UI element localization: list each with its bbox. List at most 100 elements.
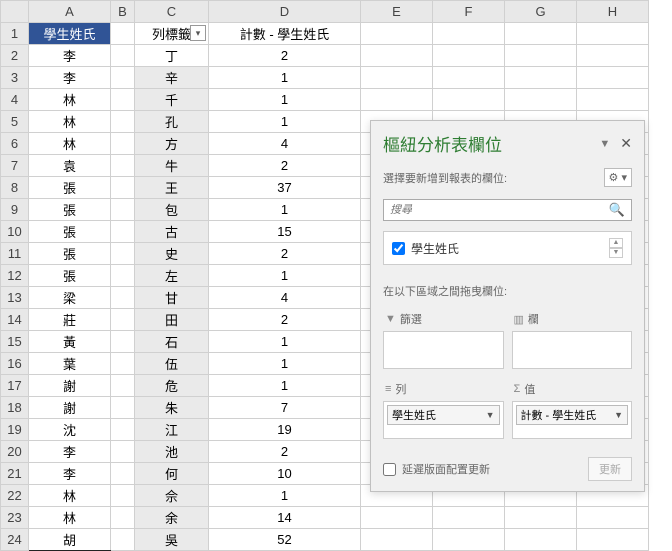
cell-G23[interactable] — [505, 507, 577, 529]
area-columns[interactable]: ▥欄 — [512, 307, 633, 369]
cell-F2[interactable] — [433, 45, 505, 67]
cell-C11[interactable]: 史 — [135, 243, 209, 265]
chip-dropdown-icon[interactable]: ▼ — [614, 410, 623, 420]
cell-B15[interactable] — [111, 331, 135, 353]
cell-E3[interactable] — [361, 67, 433, 89]
cell-B11[interactable] — [111, 243, 135, 265]
cell-D8[interactable]: 37 — [209, 177, 361, 199]
cell-D16[interactable]: 1 — [209, 353, 361, 375]
field-list-scroll[interactable]: ▲ ▼ — [609, 238, 623, 258]
field-checkbox[interactable] — [392, 242, 405, 255]
cell-C24[interactable]: 吳 — [135, 529, 209, 551]
select-all-corner[interactable] — [1, 1, 29, 23]
cell-A22[interactable]: 林 — [29, 485, 111, 507]
row-header-13[interactable]: 13 — [1, 287, 29, 309]
cell-B3[interactable] — [111, 67, 135, 89]
area-filters-drop[interactable] — [383, 331, 504, 369]
cell-E2[interactable] — [361, 45, 433, 67]
cell-E4[interactable] — [361, 89, 433, 111]
defer-checkbox[interactable] — [383, 463, 396, 476]
cell-D5[interactable]: 1 — [209, 111, 361, 133]
cell-B10[interactable] — [111, 221, 135, 243]
row-24[interactable]: 24胡吳52 — [1, 529, 649, 551]
cell-G3[interactable] — [505, 67, 577, 89]
cell-D23[interactable]: 14 — [209, 507, 361, 529]
search-field[interactable] — [384, 204, 603, 216]
cell-C1-pivot-header[interactable]: 列標籤▾ — [135, 23, 209, 45]
row-2[interactable]: 2李丁2 — [1, 45, 649, 67]
cell-B5[interactable] — [111, 111, 135, 133]
field-list[interactable]: 學生姓氏 ▲ ▼ — [383, 231, 632, 265]
row-header-12[interactable]: 12 — [1, 265, 29, 287]
row-header-8[interactable]: 8 — [1, 177, 29, 199]
cell-C22[interactable]: 佘 — [135, 485, 209, 507]
row-23[interactable]: 23林余14 — [1, 507, 649, 529]
cell-A9[interactable]: 張 — [29, 199, 111, 221]
row-header-20[interactable]: 20 — [1, 441, 29, 463]
cell-B6[interactable] — [111, 133, 135, 155]
cell-B19[interactable] — [111, 419, 135, 441]
chip-dropdown-icon[interactable]: ▼ — [486, 410, 495, 420]
cell-G24[interactable] — [505, 529, 577, 551]
cell-A15[interactable]: 黃 — [29, 331, 111, 353]
cell-A18[interactable]: 謝 — [29, 397, 111, 419]
cell-A3[interactable]: 李 — [29, 67, 111, 89]
row-header-15[interactable]: 15 — [1, 331, 29, 353]
area-values[interactable]: Σ值 計數 - 學生姓氏 ▼ — [512, 377, 633, 439]
cell-A2[interactable]: 李 — [29, 45, 111, 67]
cell-D24[interactable]: 52 — [209, 529, 361, 551]
row-header-18[interactable]: 18 — [1, 397, 29, 419]
cell-C17[interactable]: 危 — [135, 375, 209, 397]
cell-D1[interactable]: 計數 - 學生姓氏 — [209, 23, 361, 45]
cell-F24[interactable] — [433, 529, 505, 551]
cell-D17[interactable]: 1 — [209, 375, 361, 397]
cell-H24[interactable] — [577, 529, 649, 551]
col-header-H[interactable]: H — [577, 1, 649, 23]
cell-C13[interactable]: 甘 — [135, 287, 209, 309]
cell-B16[interactable] — [111, 353, 135, 375]
cell-B18[interactable] — [111, 397, 135, 419]
cell-C7[interactable]: 牛 — [135, 155, 209, 177]
cell-A7[interactable]: 袁 — [29, 155, 111, 177]
row-header-1[interactable]: 1 — [1, 23, 29, 45]
cell-C10[interactable]: 古 — [135, 221, 209, 243]
cell-D2[interactable]: 2 — [209, 45, 361, 67]
cell-D3[interactable]: 1 — [209, 67, 361, 89]
row-header-17[interactable]: 17 — [1, 375, 29, 397]
col-header-A[interactable]: A — [29, 1, 111, 23]
cell-A5[interactable]: 林 — [29, 111, 111, 133]
cell-D22[interactable]: 1 — [209, 485, 361, 507]
cell-F3[interactable] — [433, 67, 505, 89]
cell-D18[interactable]: 7 — [209, 397, 361, 419]
chevron-up-icon[interactable]: ▲ — [609, 238, 623, 248]
cell-A14[interactable]: 莊 — [29, 309, 111, 331]
cell-B9[interactable] — [111, 199, 135, 221]
cell-H3[interactable] — [577, 67, 649, 89]
cell-C5[interactable]: 孔 — [135, 111, 209, 133]
cell-A23[interactable]: 林 — [29, 507, 111, 529]
col-header-G[interactable]: G — [505, 1, 577, 23]
row-header-10[interactable]: 10 — [1, 221, 29, 243]
row-header-23[interactable]: 23 — [1, 507, 29, 529]
cell-H23[interactable] — [577, 507, 649, 529]
row-header-9[interactable]: 9 — [1, 199, 29, 221]
row-header-22[interactable]: 22 — [1, 485, 29, 507]
cell-B23[interactable] — [111, 507, 135, 529]
cell-A6[interactable]: 林 — [29, 133, 111, 155]
cell-C21[interactable]: 何 — [135, 463, 209, 485]
cell-D10[interactable]: 15 — [209, 221, 361, 243]
col-header-B[interactable]: B — [111, 1, 135, 23]
chevron-down-icon[interactable]: ▼ — [609, 248, 623, 258]
cell-D19[interactable]: 19 — [209, 419, 361, 441]
search-icon[interactable]: 🔍 — [603, 202, 631, 218]
cell-C19[interactable]: 江 — [135, 419, 209, 441]
update-button[interactable]: 更新 — [588, 457, 632, 481]
cell-A20[interactable]: 李 — [29, 441, 111, 463]
search-input[interactable]: 🔍 — [383, 199, 632, 221]
cell-B14[interactable] — [111, 309, 135, 331]
cell-B22[interactable] — [111, 485, 135, 507]
pivot-filter-dropdown[interactable]: ▾ — [190, 25, 206, 41]
cell-B12[interactable] — [111, 265, 135, 287]
column-header-row[interactable]: A B C D E F G H — [1, 1, 649, 23]
cell-C14[interactable]: 田 — [135, 309, 209, 331]
